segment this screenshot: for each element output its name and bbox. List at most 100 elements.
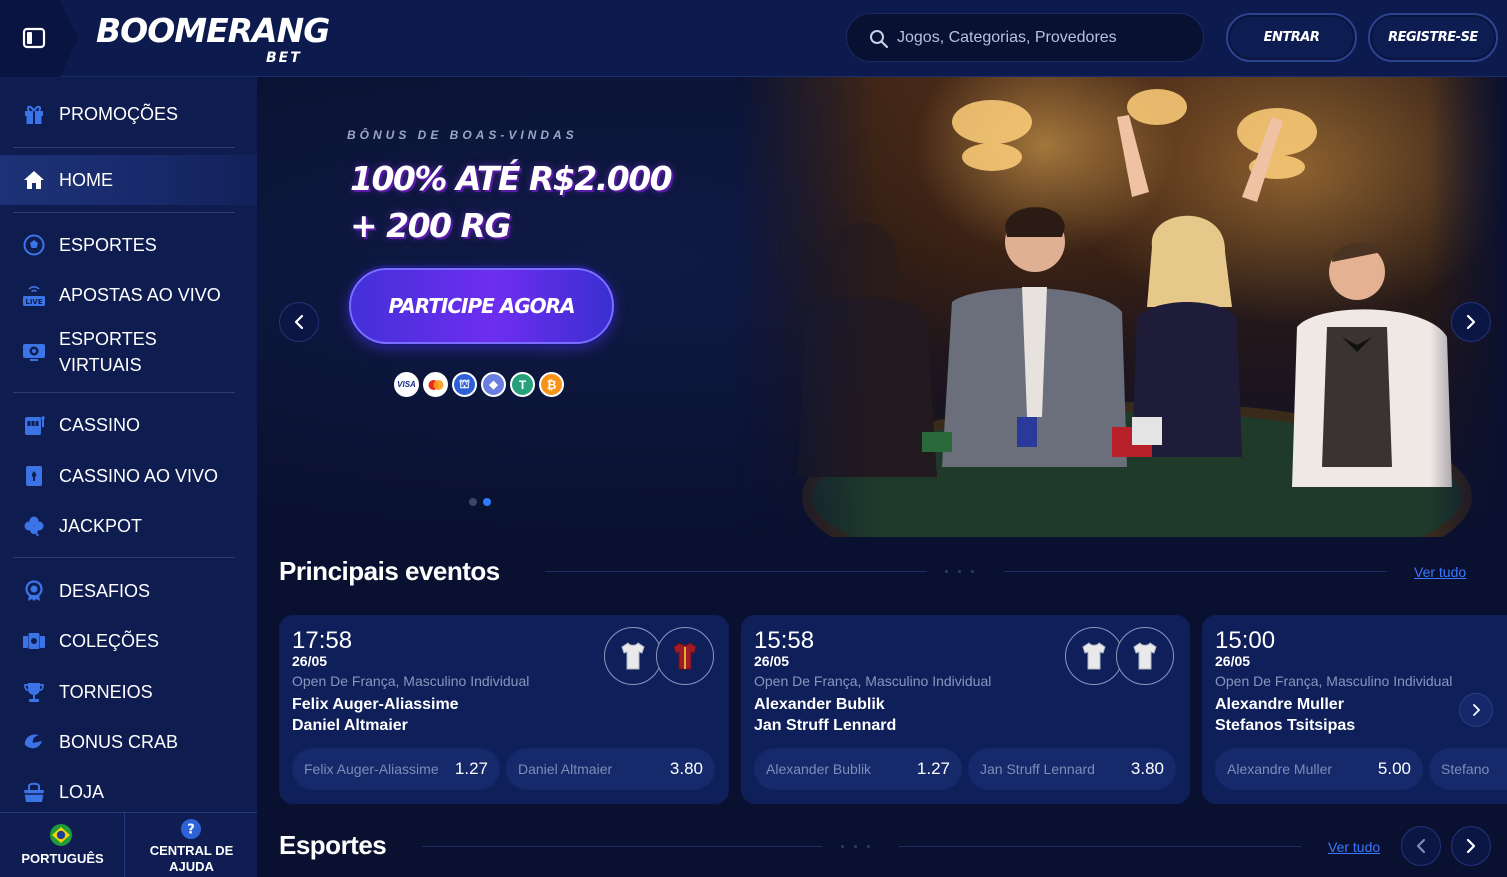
- odd-button[interactable]: Felix Auger-Aliassime 1.27: [292, 748, 500, 790]
- sidebar-item-label: CASSINO: [59, 415, 141, 435]
- slot-machine-icon: [22, 413, 46, 437]
- event-card[interactable]: 15:58 26/05 Open De França, Masculino In…: [741, 615, 1190, 804]
- medal-icon: [22, 579, 46, 603]
- sidebar-divider: [13, 557, 235, 558]
- search-bar[interactable]: [846, 13, 1204, 62]
- sports-see-all-link[interactable]: Ver tudo: [1328, 839, 1380, 855]
- login-button[interactable]: ENTRAR: [1226, 13, 1357, 62]
- main-content: BÔNUS DE BOAS-VINDAS 100% ATÉ R$2.000 + …: [257, 77, 1507, 877]
- home-shirt-icon: [604, 627, 662, 685]
- sidebar-item-loja[interactable]: LOJA: [0, 774, 257, 810]
- sidebar-item-jackpot[interactable]: JACKPOT: [0, 508, 257, 544]
- pagination-dot[interactable]: [469, 498, 477, 506]
- chevron-right-icon: [1466, 314, 1476, 330]
- brand-logo-sub: BET: [266, 50, 302, 66]
- event-player2: Jan Struff Lennard: [754, 717, 897, 734]
- sidebar-item-home[interactable]: HOME: [0, 155, 257, 205]
- event-date: 26/05: [754, 653, 790, 669]
- events-see-all-link[interactable]: Ver tudo: [1414, 564, 1466, 580]
- sidebar-item-label: PROMOÇÕES: [59, 104, 179, 124]
- banner-next-button[interactable]: [1451, 302, 1491, 342]
- away-shirt-icon: [656, 627, 714, 685]
- odd-button[interactable]: Daniel Altmaier 3.80: [506, 748, 715, 790]
- event-time: 15:58: [754, 627, 815, 654]
- odd-button[interactable]: Alexander Bublik 1.27: [754, 748, 962, 790]
- sidebar-item-esportes[interactable]: ESPORTES: [0, 227, 257, 263]
- away-shirt-icon: [1116, 627, 1174, 685]
- event-player1: Alexander Bublik: [754, 696, 885, 713]
- sidebar-item-label: APOSTAS AO VIVO: [59, 285, 221, 305]
- home-icon: [22, 168, 46, 192]
- banner-prev-button[interactable]: [279, 302, 319, 342]
- pagination-dot-active[interactable]: [483, 498, 491, 506]
- event-player2: Stefanos Tsitsipas: [1215, 717, 1356, 734]
- language-selector[interactable]: PORTUGUÊS: [0, 813, 125, 877]
- sports-prev-button[interactable]: [1401, 826, 1441, 866]
- sidebar-item-torneios[interactable]: TORNEIOS: [0, 674, 257, 710]
- odd-name: Alexander Bublik: [766, 761, 872, 777]
- svg-text:?: ?: [187, 823, 195, 838]
- section-divider: [899, 846, 1301, 847]
- card-next-button[interactable]: [1459, 693, 1493, 727]
- sidebar-toggle-button[interactable]: [0, 0, 78, 77]
- promo-banner: BÔNUS DE BOAS-VINDAS 100% ATÉ R$2.000 + …: [257, 77, 1507, 537]
- section-dots: [945, 570, 974, 573]
- help-icon: ?: [181, 819, 201, 839]
- sidebar-item-label: BONUS CRAB: [59, 732, 179, 752]
- bonus-kicker: BÔNUS DE BOAS-VINDAS: [347, 128, 578, 142]
- sidebar-item-label: LOJA: [59, 782, 105, 802]
- casino-scene-image: [737, 77, 1507, 537]
- odd-value: 3.80: [1130, 759, 1164, 778]
- collections-icon: [22, 629, 46, 653]
- sidebar-item-label: TORNEIOS: [59, 682, 153, 702]
- sidebar-item-desafios[interactable]: DESAFIOS: [0, 573, 257, 609]
- sidebar-item-promocoes[interactable]: PROMOÇÕES: [0, 96, 257, 132]
- event-player1: Alexandre Muller: [1215, 696, 1344, 713]
- odd-value: 1.27: [916, 759, 950, 778]
- section-divider: [545, 571, 927, 572]
- sports-section-title: Esportes: [279, 830, 387, 860]
- visa-icon: VISA: [394, 372, 419, 397]
- sidebar-item-bonus-crab[interactable]: BONUS CRAB: [0, 724, 257, 760]
- ethereum-icon: ◆: [481, 372, 506, 397]
- bonus-title-line1: 100% ATÉ R$2.000: [350, 159, 673, 198]
- help-label: CENTRAL DE AJUDA: [149, 843, 234, 874]
- language-label: PORTUGUÊS: [21, 851, 104, 866]
- svg-text:LIVE: LIVE: [25, 298, 42, 306]
- odd-value: 1.27: [454, 759, 488, 778]
- help-center-link[interactable]: ? CENTRAL DE AJUDA: [126, 813, 257, 877]
- virtual-sports-icon: [22, 340, 46, 364]
- sidebar-item-label: ESPORTES: [59, 235, 157, 255]
- register-button[interactable]: REGISTRE-SE: [1368, 13, 1498, 62]
- event-card[interactable]: 15:00 26/05 Open De França, Masculino In…: [1202, 615, 1507, 804]
- odd-button[interactable]: Alexandre Muller 5.00: [1215, 748, 1423, 790]
- chevron-right-icon: [1473, 704, 1480, 716]
- odd-name: Stefano: [1441, 761, 1490, 777]
- sidebar-item-esportes-virtuais[interactable]: ESPORTES VIRTUAIS: [0, 325, 257, 379]
- sidebar-item-label: JACKPOT: [59, 516, 143, 536]
- sidebar-item-label: HOME: [59, 170, 113, 190]
- sidebar-item-colecoes[interactable]: COLEÇÕES: [0, 623, 257, 659]
- top-header: BOOMERANG BET ENTRAR REGISTRE-SE: [0, 0, 1507, 77]
- sidebar-item-cassino[interactable]: CASSINO: [0, 407, 257, 443]
- event-time: 15:00: [1215, 627, 1276, 654]
- brand-logo[interactable]: BOOMERANG: [96, 14, 330, 47]
- sports-next-button[interactable]: [1451, 826, 1491, 866]
- odd-button[interactable]: Jan Struff Lennard 3.80: [968, 748, 1176, 790]
- event-player2: Daniel Altmaier: [292, 717, 408, 734]
- payment-methods: VISA ⛫ ◆ T ₿: [394, 372, 564, 398]
- sidebar-item-apostas-ao-vivo[interactable]: LIVE APOSTAS AO VIVO: [0, 277, 257, 313]
- gift-icon: [22, 102, 46, 126]
- sidebar-item-label: COLEÇÕES: [59, 631, 160, 651]
- events-section-title: Principais eventos: [279, 556, 500, 586]
- sidebar-item-cassino-ao-vivo[interactable]: CASSINO AO VIVO: [0, 458, 257, 494]
- odd-button[interactable]: Stefano: [1429, 748, 1507, 790]
- tether-icon: T: [510, 372, 535, 397]
- sidebar-footer: PORTUGUÊS ? CENTRAL DE AJUDA: [0, 812, 257, 877]
- participate-button[interactable]: PARTICIPE AGORA: [349, 268, 614, 344]
- search-input[interactable]: [897, 26, 1187, 50]
- sidebar-item-label: DESAFIOS: [59, 581, 151, 601]
- live-casino-icon: [22, 464, 46, 488]
- bitcoin-icon: ₿: [539, 372, 564, 397]
- event-card[interactable]: 17:58 26/05 Open De França, Masculino In…: [279, 615, 729, 804]
